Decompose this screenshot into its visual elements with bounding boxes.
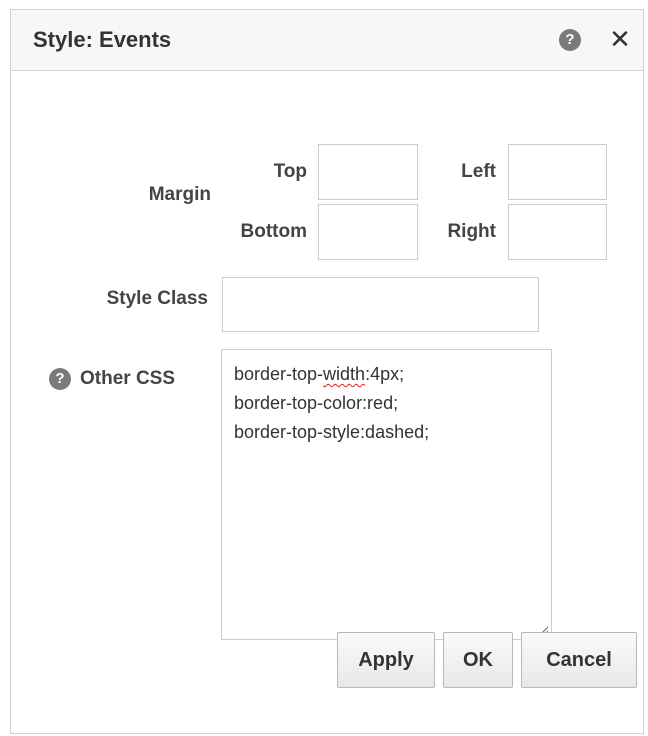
margin-top-label: Top	[273, 161, 307, 182]
dialog-header: Style: Events ? ✕	[11, 10, 643, 71]
style-dialog: Style: Events ? ✕ Margin Top Left Bottom…	[10, 9, 644, 734]
margin-bottom-input[interactable]	[318, 204, 418, 260]
margin-right-label: Right	[447, 221, 496, 242]
css-line-1-spellcheck: width	[323, 364, 366, 384]
dialog-title: Style: Events	[33, 27, 172, 52]
css-line-1-suffix: :4px;	[365, 364, 405, 384]
css-line-3: border-top-style:dashed;	[234, 422, 430, 442]
other-css-textarea[interactable]: border-top-width:4px; border-top-color:r…	[221, 349, 552, 640]
margin-right-input[interactable]	[508, 204, 607, 260]
margin-label: Margin	[148, 184, 211, 205]
css-line-2: border-top-color:red;	[234, 393, 399, 413]
cancel-button[interactable]: Cancel	[521, 632, 637, 688]
help-icon[interactable]: ?	[559, 29, 581, 51]
style-class-input[interactable]	[222, 277, 539, 332]
margin-left-label: Left	[461, 161, 496, 182]
css-line-1-prefix: border-top-	[234, 364, 324, 384]
ok-button[interactable]: OK	[443, 632, 513, 688]
margin-top-input[interactable]	[318, 144, 418, 200]
close-icon[interactable]: ✕	[608, 25, 632, 53]
apply-button[interactable]: Apply	[337, 632, 435, 688]
other-css-help-icon[interactable]: ?	[49, 368, 71, 390]
margin-bottom-label: Bottom	[240, 221, 307, 242]
margin-left-input[interactable]	[508, 144, 607, 200]
style-class-label: Style Class	[106, 288, 208, 309]
other-css-label: Other CSS	[80, 368, 176, 389]
css-line-1: border-top-width:4px;	[234, 360, 539, 389]
